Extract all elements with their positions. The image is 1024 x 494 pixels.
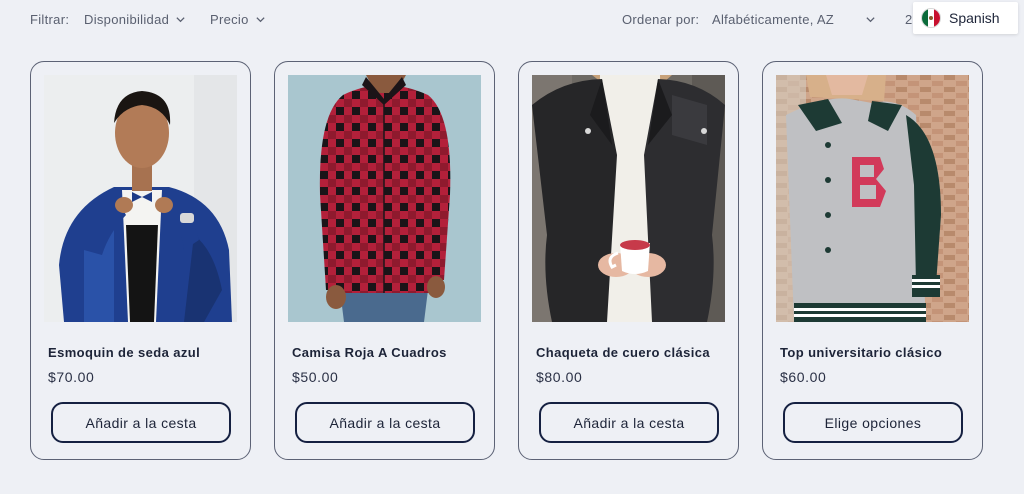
add-to-cart-button[interactable]: Añadir a la cesta <box>51 402 231 443</box>
sort-select[interactable]: Alfabéticamente, AZ <box>712 12 876 27</box>
chevron-down-icon <box>175 14 186 25</box>
chevron-down-icon <box>865 14 876 25</box>
product-title[interactable]: Chaqueta de cuero clásica <box>536 345 731 360</box>
sort-label: Ordenar por: <box>622 12 700 27</box>
product-card[interactable]: Chaqueta de cuero clásica $80.00 Añadir … <box>518 61 739 460</box>
filter-label: Filtrar: <box>30 12 70 27</box>
product-image-blue-tuxedo[interactable] <box>44 75 237 322</box>
availability-filter-dropdown[interactable]: Disponibilidad <box>84 12 186 27</box>
language-label: Spanish <box>949 10 1000 26</box>
product-image-varsity-jacket[interactable] <box>776 75 969 322</box>
collection-toolbar: Filtrar: Disponibilidad Precio Ordenar p… <box>0 0 1024 40</box>
product-price: $50.00 <box>292 369 339 385</box>
product-card[interactable]: Camisa Roja A Cuadros $50.00 Añadir a la… <box>274 61 495 460</box>
mexico-flag-icon <box>921 8 941 28</box>
product-price: $80.00 <box>536 369 583 385</box>
availability-filter-label: Disponibilidad <box>84 12 170 27</box>
price-filter-label: Precio <box>210 12 249 27</box>
product-card[interactable]: Esmoquin de seda azul $70.00 Añadir a la… <box>30 61 251 460</box>
product-price: $60.00 <box>780 369 827 385</box>
choose-options-button[interactable]: Elige opciones <box>783 402 963 443</box>
product-image-red-plaid-shirt[interactable] <box>288 75 481 322</box>
add-to-cart-button[interactable]: Añadir a la cesta <box>295 402 475 443</box>
product-title[interactable]: Esmoquin de seda azul <box>48 345 243 360</box>
product-image-leather-jacket[interactable] <box>532 75 725 322</box>
chevron-down-icon <box>255 14 266 25</box>
product-count: 2 <box>905 12 913 27</box>
product-card[interactable]: Top universitario clásico $60.00 Elige o… <box>762 61 983 460</box>
product-title[interactable]: Top universitario clásico <box>780 345 975 360</box>
add-to-cart-button[interactable]: Añadir a la cesta <box>539 402 719 443</box>
product-price: $70.00 <box>48 369 95 385</box>
language-switcher[interactable]: Spanish <box>913 2 1018 34</box>
sort-select-value: Alfabéticamente, AZ <box>712 12 835 27</box>
product-title[interactable]: Camisa Roja A Cuadros <box>292 345 487 360</box>
price-filter-dropdown[interactable]: Precio <box>210 12 266 27</box>
